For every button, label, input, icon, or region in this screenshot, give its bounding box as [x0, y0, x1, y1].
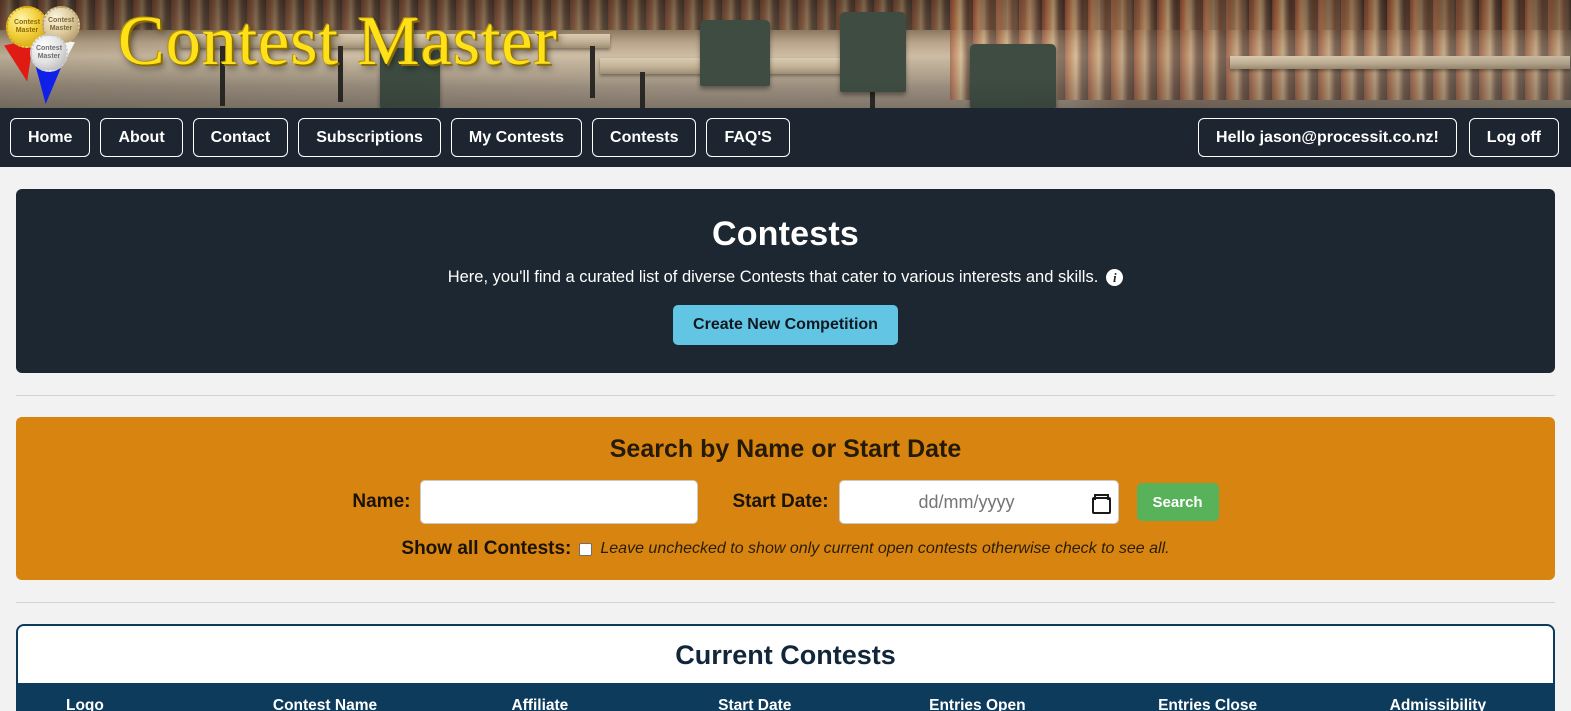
nav-item-subscriptions[interactable]: Subscriptions: [298, 118, 441, 157]
contests-hero-panel: Contests Here, you'll find a curated lis…: [16, 189, 1555, 373]
nav-user-area: Hello jason@processit.co.nz! Log off: [1198, 118, 1561, 157]
search-start-date-input[interactable]: [838, 480, 1119, 524]
search-button[interactable]: Search: [1136, 483, 1219, 521]
section-divider: [16, 395, 1555, 396]
show-all-contests-checkbox[interactable]: [579, 542, 593, 556]
current-contests-title: Current Contests: [675, 640, 896, 670]
name-label: Name:: [352, 491, 411, 512]
site-title: Contest Master: [118, 3, 558, 80]
page-subtitle-text: Here, you'll find a curated list of dive…: [447, 268, 1099, 286]
nav-item-faqs[interactable]: FAQ'S: [706, 118, 790, 157]
search-fields-row: Name: Start Date: Search: [36, 480, 1535, 524]
column-header-contest-name[interactable]: Contest Name: [217, 683, 433, 711]
table-header-row: Logo Contest Name Affiliate Start Date E…: [18, 683, 1553, 711]
create-new-competition-button[interactable]: Create New Competition: [673, 305, 898, 345]
site-banner: Contest Master Contest Master Contest Ma…: [0, 0, 1571, 108]
page-title: Contests: [711, 215, 860, 253]
show-all-contests-row: Show all Contests: Leave unchecked to sh…: [36, 538, 1535, 560]
search-panel: Search by Name or Start Date Name: Start…: [16, 417, 1555, 580]
show-all-contests-label: Show all Contests:: [401, 538, 572, 559]
page-content: Contests Here, you'll find a curated lis…: [0, 189, 1571, 711]
nav-item-my-contests[interactable]: My Contests: [450, 118, 583, 157]
contests-table: Logo Contest Name Affiliate Start Date E…: [18, 683, 1553, 711]
column-header-logo[interactable]: Logo: [18, 683, 218, 711]
column-header-entries-close[interactable]: Entries Close: [1092, 683, 1323, 711]
start-date-label: Start Date:: [732, 491, 829, 512]
current-contests-card: Current Contests Logo Contest Name Affil…: [16, 624, 1555, 711]
column-header-start-date[interactable]: Start Date: [647, 683, 863, 711]
column-header-affiliate[interactable]: Affiliate: [432, 683, 648, 711]
info-icon[interactable]: i: [1106, 269, 1124, 286]
section-divider: [16, 602, 1555, 603]
contest-master-medals-logo: Contest Master Contest Master Contest Ma…: [2, 0, 118, 108]
search-name-input[interactable]: [420, 480, 699, 524]
nav-item-home[interactable]: Home: [10, 118, 91, 157]
nav-item-contact[interactable]: Contact: [192, 118, 289, 157]
log-off-button[interactable]: Log off: [1468, 118, 1559, 157]
column-header-entries-open[interactable]: Entries Open: [862, 683, 1093, 711]
user-greeting-button[interactable]: Hello jason@processit.co.nz!: [1198, 118, 1457, 157]
contests-table-header: Logo Contest Name Affiliate Start Date E…: [18, 683, 1553, 711]
nav-item-about[interactable]: About: [100, 118, 183, 157]
calendar-icon[interactable]: [1091, 494, 1111, 514]
search-heading: Search by Name or Start Date: [609, 435, 962, 463]
show-all-contests-hint: Leave unchecked to show only current ope…: [600, 540, 1170, 557]
column-header-admissibility[interactable]: Admissibility: [1322, 683, 1553, 711]
nav-links: Home About Contact Subscriptions My Cont…: [10, 118, 790, 157]
start-date-field: [838, 480, 1119, 524]
nav-item-contests[interactable]: Contests: [592, 118, 697, 157]
page-subtitle: Here, you'll find a curated list of dive…: [36, 268, 1535, 287]
main-navigation: Home About Contact Subscriptions My Cont…: [0, 108, 1571, 167]
silver-medal-icon: Contest Master: [30, 34, 68, 72]
